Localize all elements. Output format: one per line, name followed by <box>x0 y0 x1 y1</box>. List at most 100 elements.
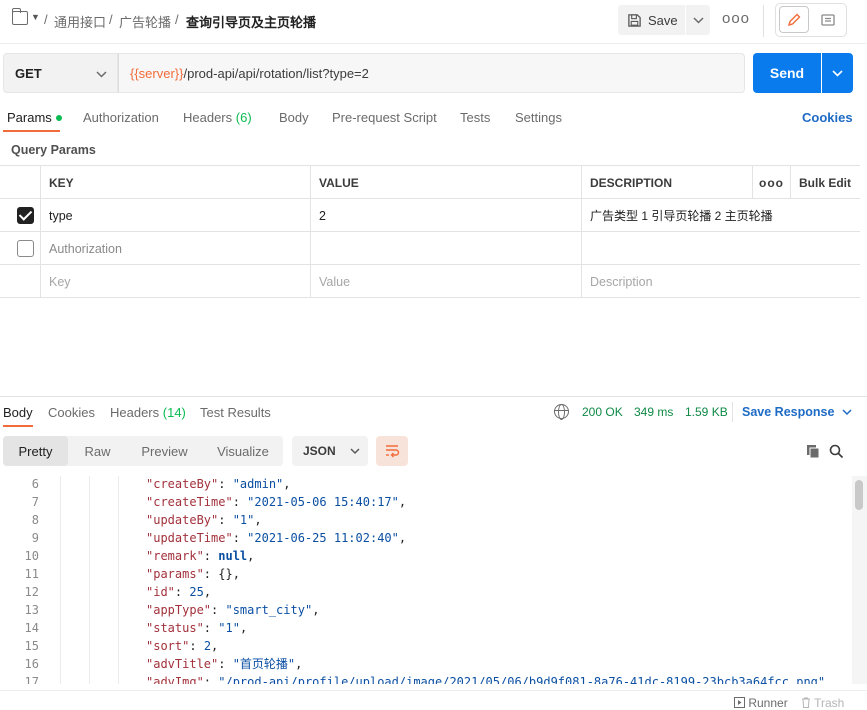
response-time[interactable]: 349 ms <box>634 405 673 419</box>
response-size[interactable]: 1.59 KB <box>685 405 728 419</box>
format-tab-preview[interactable]: Preview <box>127 436 202 466</box>
json-comma: , <box>203 585 212 599</box>
send-button[interactable]: Send <box>753 53 821 93</box>
code-text: "sort": 2, <box>146 637 218 655</box>
code-text: "status": "1", <box>146 619 247 637</box>
response-tab-test-results[interactable]: Test Results <box>200 405 271 420</box>
save-options-button[interactable] <box>686 5 710 35</box>
code-line: 11 "params": {}, <box>0 565 852 583</box>
tab-tests[interactable]: Tests <box>460 110 490 125</box>
search-icon[interactable] <box>829 444 844 462</box>
param-key-cell[interactable]: type <box>40 199 310 232</box>
param-key-cell[interactable]: Authorization <box>40 232 310 265</box>
json-colon: : <box>218 513 233 527</box>
tab-params[interactable]: Params <box>7 110 62 125</box>
column-description: DESCRIPTION <box>581 166 752 199</box>
save-response-label: Save Response <box>742 405 835 419</box>
tab-settings[interactable]: Settings <box>515 110 562 125</box>
json-comma: , <box>295 657 303 671</box>
param-description-cell[interactable] <box>581 232 860 265</box>
cookies-link[interactable]: Cookies <box>802 110 853 125</box>
response-tab-body[interactable]: Body <box>3 405 33 420</box>
new-description-input[interactable]: Description <box>581 265 860 298</box>
save-response-button[interactable]: Save Response <box>742 405 852 419</box>
json-value: "2021-05-06 15:40:17" <box>247 495 399 509</box>
new-key-input[interactable]: Key <box>40 265 310 298</box>
method-label: GET <box>15 65 42 81</box>
json-value: null <box>218 549 248 563</box>
json-value: "admin" <box>232 477 284 491</box>
tab-authorization[interactable]: Authorization <box>83 110 159 125</box>
globe-icon[interactable] <box>554 404 569 420</box>
response-tab-headers-label: Headers <box>110 405 160 420</box>
code-text: "appType": "smart_city", <box>146 601 319 619</box>
json-key: "params" <box>146 567 204 581</box>
column-options-icon[interactable]: ooo <box>752 166 790 199</box>
json-colon: : <box>218 477 233 491</box>
runner-button[interactable]: Runner <box>734 696 788 710</box>
param-enabled-checkbox[interactable] <box>17 240 34 257</box>
json-value: "smart_city" <box>225 603 313 617</box>
response-headers-count: (14) <box>162 405 186 420</box>
response-tab-headers[interactable]: Headers (14) <box>110 405 186 420</box>
line-number: 8 <box>31 513 39 527</box>
chevron-down-icon <box>692 16 704 24</box>
tab-prerequest-script[interactable]: Pre-request Script <box>332 110 437 125</box>
json-key: "remark" <box>146 549 204 563</box>
json-value: "1" <box>218 621 240 635</box>
tab-body[interactable]: Body <box>279 110 309 125</box>
json-key: "advImg" <box>146 675 204 684</box>
response-tab-cookies[interactable]: Cookies <box>48 405 95 420</box>
chevron-down-icon[interactable]: ▼ <box>31 12 40 22</box>
param-value-cell[interactable] <box>310 232 581 265</box>
divider <box>763 5 764 37</box>
breadcrumb-item-folder[interactable]: 广告轮播 <box>119 12 171 31</box>
status-code[interactable]: 200 OK <box>582 405 623 419</box>
edit-icon[interactable] <box>779 6 809 33</box>
json-colon: : <box>203 549 219 563</box>
format-tab-visualize[interactable]: Visualize <box>204 436 282 466</box>
json-value: 25 <box>189 585 204 599</box>
code-line: 6 "createBy": "admin", <box>0 476 852 493</box>
breadcrumb-item-collection[interactable]: 通用接口 <box>54 12 106 31</box>
code-line: 9 "updateTime": "2021-06-25 11:02:40", <box>0 529 852 547</box>
tab-headers[interactable]: Headers (6) <box>183 110 252 125</box>
json-value: "/prod-api/profile/upload/image/2021/05/… <box>218 675 826 684</box>
page-title[interactable]: 查询引导页及主页轮播 <box>186 12 316 31</box>
trash-button[interactable]: Trash <box>801 696 844 710</box>
copy-icon[interactable] <box>806 444 821 462</box>
documentation-icon[interactable] <box>813 6 843 33</box>
json-comma: , <box>398 495 407 509</box>
code-line: 14 "status": "1", <box>0 619 852 637</box>
bulk-edit-button[interactable]: Bulk Edit <box>790 166 860 199</box>
json-key: "updateTime" <box>146 531 233 545</box>
json-key: "advTitle" <box>146 657 219 671</box>
response-code-viewer[interactable]: 6 "createBy": "admin", 7 "createTime": "202… <box>0 476 852 684</box>
url-input[interactable]: {{server}}/prod-api/api/rotation/list?ty… <box>118 53 745 93</box>
param-value-cell[interactable]: 2 <box>310 199 581 232</box>
wrap-lines-icon[interactable] <box>376 436 408 466</box>
format-tab-pretty[interactable]: Pretty <box>3 436 68 466</box>
collection-icon[interactable] <box>12 8 28 25</box>
json-comma: , <box>239 621 248 635</box>
new-value-input[interactable]: Value <box>310 265 581 298</box>
code-text: "id": 25, <box>146 583 211 601</box>
send-options-button[interactable] <box>822 53 853 93</box>
trash-icon <box>802 697 810 708</box>
json-key: "id" <box>146 585 175 599</box>
line-number: 17 <box>24 675 39 684</box>
format-tab-raw[interactable]: Raw <box>70 436 125 466</box>
scrollbar-thumb[interactable] <box>855 480 863 510</box>
code-line: 15 "sort": 2, <box>0 637 852 655</box>
tab-headers-label: Headers <box>183 110 233 125</box>
code-text: "updateTime": "2021-06-25 11:02:40", <box>146 529 406 547</box>
line-number: 11 <box>24 567 39 581</box>
save-button[interactable]: Save <box>618 5 685 35</box>
json-value: "首页轮播" <box>232 657 296 671</box>
param-enabled-checkbox[interactable] <box>17 207 34 224</box>
language-select[interactable]: JSON <box>292 436 368 466</box>
code-text: "updateBy": "1", <box>146 511 262 529</box>
tab-active-indicator <box>3 425 33 427</box>
more-icon[interactable]: ooo <box>722 10 749 30</box>
param-description-cell[interactable]: 广告类型 1 引导页轮播 2 主页轮播 <box>581 199 860 232</box>
